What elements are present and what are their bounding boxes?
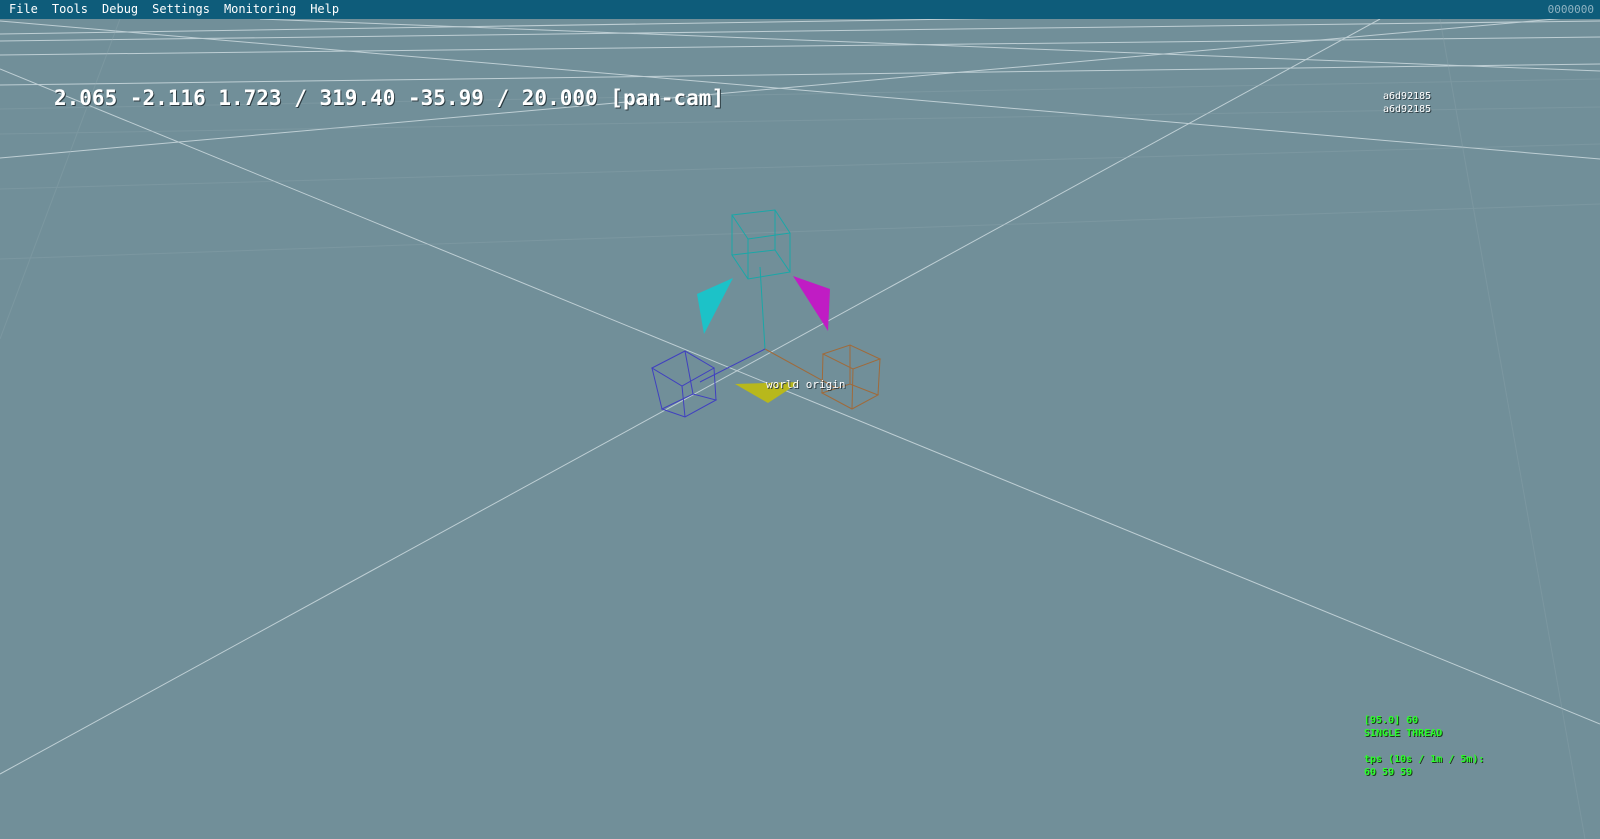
stats-spacer (1364, 740, 1484, 753)
fps-readout: [95.0] 60 (1364, 715, 1419, 726)
tps-label: tps (10s / 1m / 5m): (1364, 754, 1485, 765)
marker-magenta-triangle (793, 276, 830, 331)
menu-file[interactable]: File (0, 0, 45, 19)
cube-right-wireframe (820, 344, 882, 410)
menu-debug[interactable]: Debug (95, 0, 145, 19)
performance-stats: [95.0] 60 SINGLE THREAD tps (10s / 1m / … (1364, 714, 1484, 779)
menu-bar: File Tools Debug Settings Monitoring Hel… (0, 0, 1600, 19)
cube-left-wireframe (650, 350, 718, 418)
cube-top-wireframe (731, 209, 791, 280)
marker-cyan-triangle (697, 278, 733, 334)
scene-canvas (0, 19, 1600, 839)
menu-status-code: 0000000 (1547, 3, 1594, 16)
menu-tools[interactable]: Tools (45, 0, 95, 19)
menu-help[interactable]: Help (303, 0, 346, 19)
hash-line: a6d92185 (1383, 91, 1432, 102)
thread-mode: SINGLE THREAD (1364, 728, 1443, 739)
ground-grid (0, 19, 1600, 775)
menu-monitoring[interactable]: Monitoring (217, 0, 303, 19)
camera-readout: 2.065 -2.116 1.723 / 319.40 -35.99 / 20.… (54, 86, 725, 110)
hash-list: a6d92185 a6d92185 (1383, 90, 1431, 116)
hash-line: a6d92185 (1383, 104, 1432, 115)
tps-values: 60 59 59 (1364, 767, 1413, 778)
fine-grid (0, 19, 1600, 839)
menu-settings[interactable]: Settings (145, 0, 217, 19)
world-origin-label: world origin (766, 378, 846, 391)
3d-viewport[interactable]: 2.065 -2.116 1.723 / 319.40 -35.99 / 20.… (0, 19, 1600, 839)
